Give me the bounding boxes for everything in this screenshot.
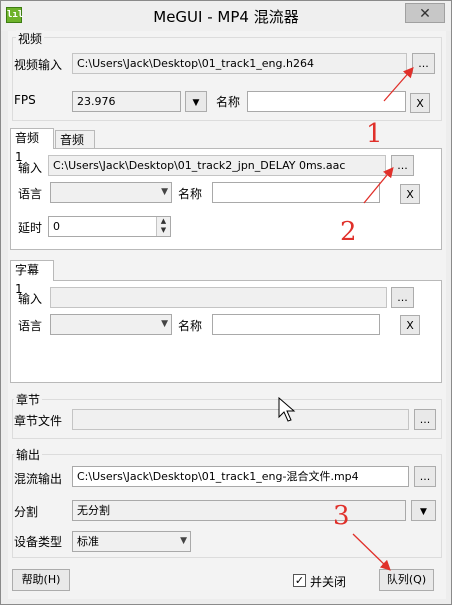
mouse-cursor-icon <box>278 397 296 422</box>
arrow-to-audio-browse <box>363 166 394 204</box>
arrow-to-video-browse <box>383 67 414 102</box>
tab-audio-1[interactable]: 音频 1 <box>10 128 54 164</box>
tab-subtitle-1[interactable]: 字幕 1 <box>10 260 54 296</box>
window-title: MeGUI - MP4 混流器 <box>153 8 299 26</box>
annotation-arrows <box>352 67 414 571</box>
title-bar: lıl MeGUI - MP4 混流器 ✕ <box>1 1 451 31</box>
arrow-to-queue-button <box>352 533 391 571</box>
close-window-button[interactable]: ✕ <box>405 3 445 23</box>
window-client-area: 视频 视频输入 C:\Users\Jack\Desktop\01_track1_… <box>8 30 446 599</box>
mp4-muxer-window: lıl MeGUI - MP4 混流器 ✕ 视频 视频输入 C:\Users\J… <box>0 0 452 605</box>
